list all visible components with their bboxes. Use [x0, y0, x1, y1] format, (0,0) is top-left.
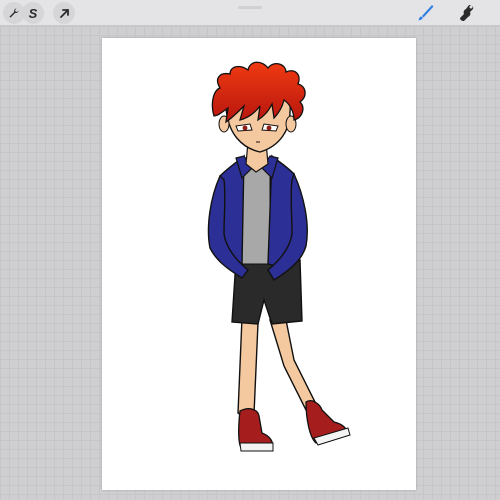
left-leg [237, 317, 259, 419]
smudge-button[interactable] [456, 3, 478, 23]
toolbar-grabber[interactable] [238, 6, 262, 9]
transform-arrow-icon [59, 8, 69, 18]
brush-icon [418, 5, 434, 21]
brush-button[interactable] [414, 3, 436, 23]
drawing-canvas[interactable] [102, 38, 416, 490]
shirt [241, 167, 271, 265]
left-pupil [242, 125, 248, 131]
transform-button[interactable] [53, 2, 75, 24]
right-pupil [266, 125, 272, 131]
wrench-icon [9, 8, 19, 18]
selection-button[interactable]: S [22, 2, 44, 24]
right-leg [269, 319, 318, 411]
top-toolbar: S [0, 0, 500, 26]
smudge-icon [460, 5, 474, 21]
selection-s-icon: S [28, 5, 38, 21]
character-artwork [207, 61, 351, 452]
left-shoe-sole [239, 442, 274, 452]
